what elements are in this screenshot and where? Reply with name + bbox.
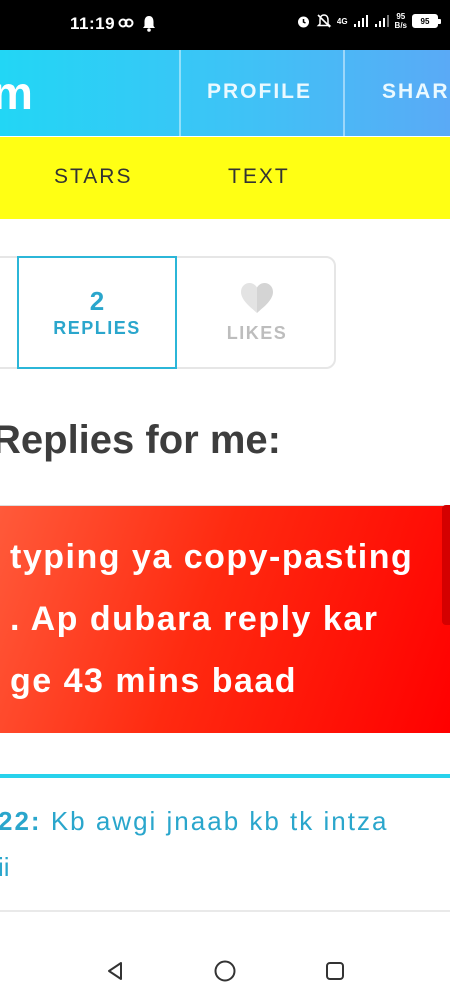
screen: 11:19 4G 95 B/s 95 m PROFILE SHAR STARS … <box>0 0 450 1000</box>
back-button[interactable] <box>102 958 128 984</box>
network-speed: 95 B/s <box>395 12 407 30</box>
home-button[interactable] <box>212 958 238 984</box>
alert-line: typing ya copy-pasting <box>10 538 414 576</box>
navigation-bar <box>0 940 450 1000</box>
alert-line: ge 43 mins baad <box>10 662 298 700</box>
tab-profile[interactable]: PROFILE <box>207 80 312 104</box>
network-speed-unit: B/s <box>394 21 407 30</box>
replies-stat[interactable]: 2 REPLIES <box>17 256 177 369</box>
likes-stat[interactable]: LIKES <box>177 256 337 369</box>
alarm-icon <box>297 16 309 27</box>
tab-share[interactable]: SHAR <box>382 80 450 104</box>
header-divider <box>179 50 181 136</box>
status-right-icons: 4G 95 B/s 95 <box>296 12 441 30</box>
cooldown-alert: typing ya copy-pasting . Ap dubara reply… <box>0 505 450 733</box>
silent-bell-icon <box>316 14 332 28</box>
reply-message-cont: ii <box>0 852 10 882</box>
header-divider <box>343 50 345 136</box>
sub-navigation: STARS TEXT <box>0 137 450 219</box>
back-icon <box>108 962 122 980</box>
link-icon <box>118 18 134 28</box>
likes-label: LIKES <box>226 323 288 343</box>
home-icon <box>214 960 236 982</box>
network-type-label: 4G <box>336 16 348 26</box>
subnav-text[interactable]: TEXT <box>228 165 290 189</box>
app-header: m PROFILE SHAR <box>0 50 450 136</box>
replies-count: 2 <box>89 286 105 316</box>
alert-edge <box>442 505 450 625</box>
alert-line: . Ap dubara reply kar <box>10 600 379 638</box>
battery-icon: 95 <box>412 14 441 28</box>
signal-icon <box>353 15 368 27</box>
reply-bottom-divider <box>0 910 450 912</box>
status-time: 11:19 <box>70 14 116 33</box>
network-type: 4G <box>337 17 348 26</box>
reply-message: Kb awgi jnaab kb tk intza <box>50 806 389 836</box>
status-bar: 11:19 4G 95 B/s 95 <box>0 0 450 50</box>
subnav-stars[interactable]: STARS <box>54 165 132 189</box>
status-left-icons <box>118 14 157 32</box>
battery-level: 95 <box>420 16 430 26</box>
bell-icon <box>143 16 155 32</box>
recents-icon <box>326 962 344 980</box>
section-title: Replies for me: <box>0 418 281 462</box>
network-speed-value: 95 <box>396 12 406 21</box>
reply-divider <box>0 774 450 778</box>
app-logo[interactable]: m <box>0 66 34 120</box>
reply-item[interactable]: 22: Kb awgi jnaab kb tk intza <box>0 804 388 838</box>
replies-label: REPLIES <box>53 318 141 338</box>
reply-number: 22: <box>0 806 42 836</box>
signal-icon-2 <box>374 15 389 27</box>
heart-icon <box>241 283 273 313</box>
recents-button[interactable] <box>322 958 348 984</box>
